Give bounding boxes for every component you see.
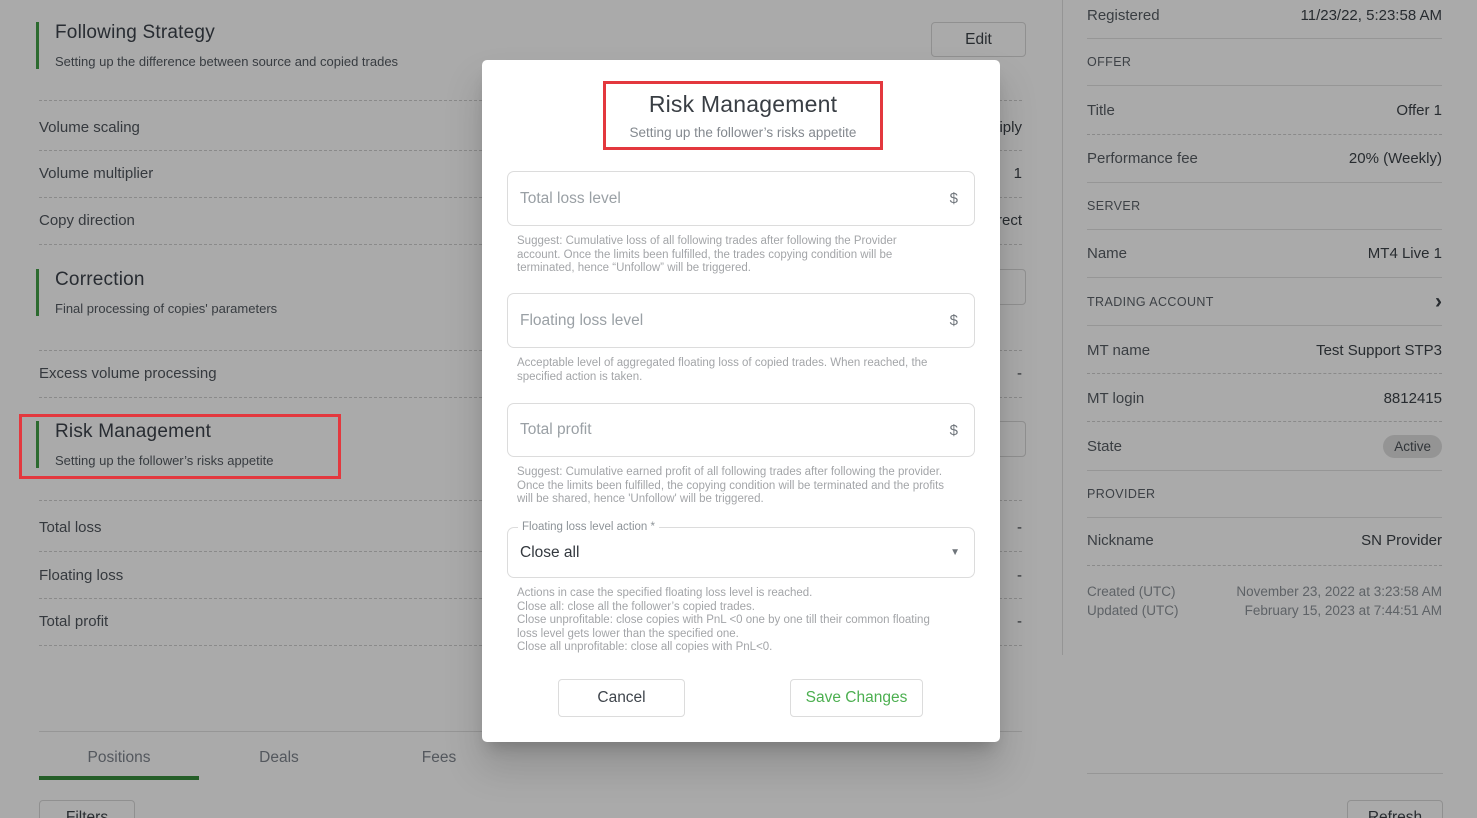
select-value: Close all bbox=[520, 544, 579, 562]
total-loss-level-input[interactable] bbox=[520, 190, 950, 208]
total-profit-helper-text: Suggest: Cumulative earned profit of all… bbox=[517, 466, 953, 507]
cancel-button[interactable]: Cancel bbox=[558, 679, 685, 717]
total-loss-helper-text: Suggest: Cumulative loss of all followin… bbox=[517, 235, 943, 276]
floating-loss-level-field[interactable]: $ bbox=[507, 293, 975, 348]
annotation-box-risk-section bbox=[19, 414, 341, 479]
floating-loss-action-select[interactable]: Floating loss level action * Close all ▼ bbox=[507, 527, 975, 578]
floating-loss-level-input[interactable] bbox=[520, 312, 950, 330]
dropdown-arrow-icon: ▼ bbox=[950, 547, 960, 558]
dialog-subtitle: Setting up the follower’s risks appetite bbox=[606, 125, 880, 140]
select-label: Floating loss level action * bbox=[518, 521, 659, 533]
save-changes-button[interactable]: Save Changes bbox=[790, 679, 923, 717]
floating-loss-action-helper-text: Actions in case the specified floating l… bbox=[517, 587, 949, 655]
currency-suffix: $ bbox=[950, 190, 958, 207]
currency-suffix: $ bbox=[950, 422, 958, 439]
copy-trading-settings-page: Following Strategy Setting up the differ… bbox=[0, 0, 1477, 818]
risk-management-dialog: Risk Management Setting up the follower’… bbox=[482, 60, 1000, 742]
total-profit-field[interactable]: $ bbox=[507, 403, 975, 457]
total-profit-input[interactable] bbox=[520, 421, 950, 439]
annotation-box-dialog-title: Risk Management Setting up the follower’… bbox=[603, 81, 883, 150]
dialog-title: Risk Management bbox=[606, 91, 880, 118]
floating-loss-helper-text: Acceptable level of aggregated floating … bbox=[517, 357, 957, 384]
total-loss-level-field[interactable]: $ bbox=[507, 171, 975, 226]
currency-suffix: $ bbox=[950, 312, 958, 329]
